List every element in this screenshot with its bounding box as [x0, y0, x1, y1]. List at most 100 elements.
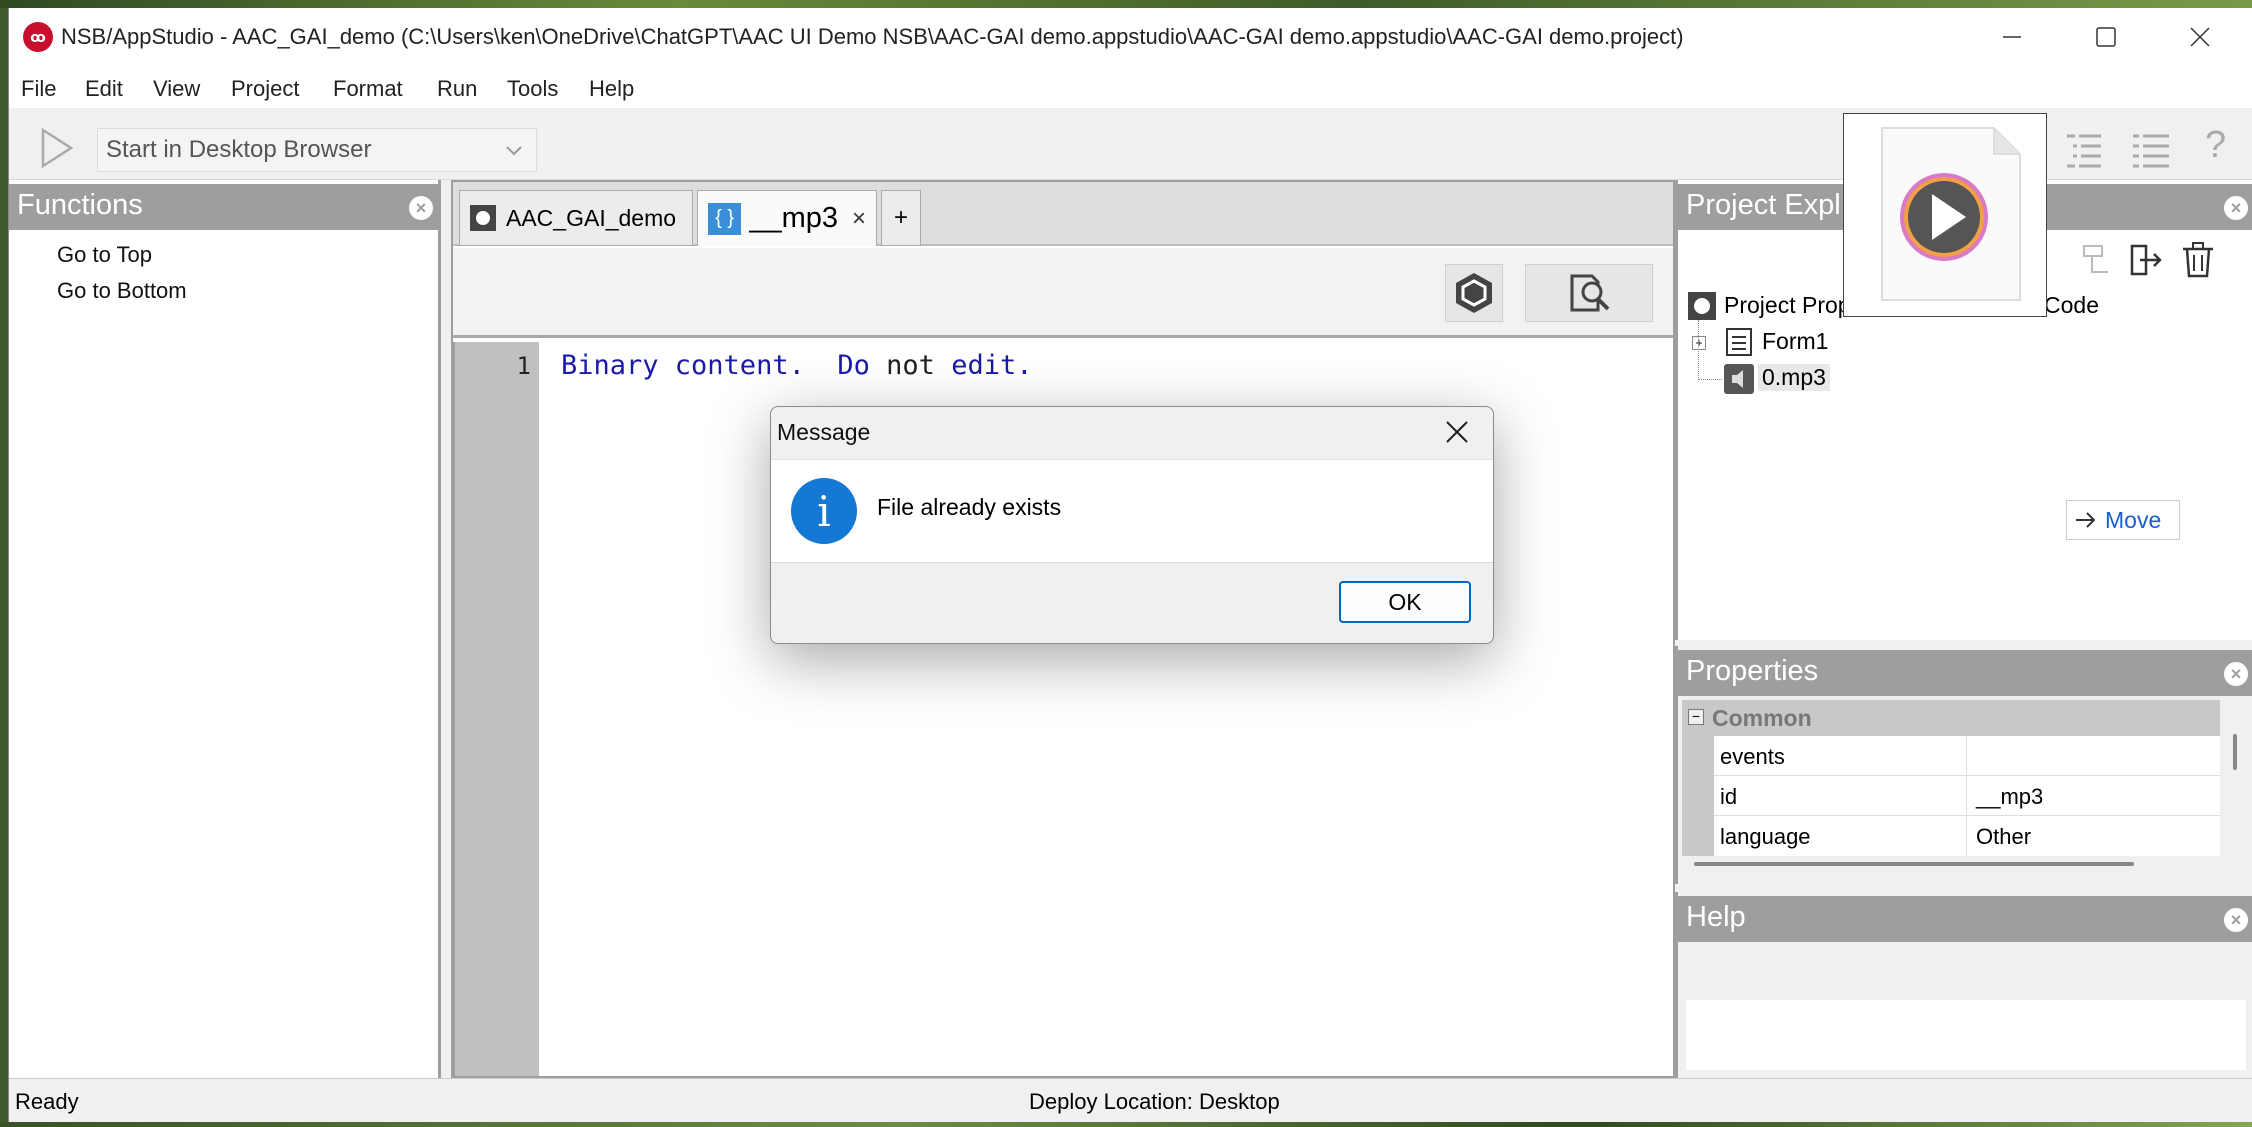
collapse-icon[interactable]: −	[1688, 709, 1704, 725]
trash-icon	[2183, 242, 2213, 278]
menu-edit[interactable]: Edit	[85, 76, 123, 102]
tab-mp3[interactable]: { } __mp3 ×	[697, 190, 877, 246]
menu-run[interactable]: Run	[437, 76, 477, 102]
project-explorer-close-button[interactable]: ×	[2224, 196, 2248, 220]
format-code-button[interactable]	[1445, 264, 1503, 322]
property-row[interactable]: id __mp3	[1714, 776, 2220, 816]
help-panel-close-button[interactable]: ×	[2224, 908, 2248, 932]
menu-format[interactable]: Format	[333, 76, 403, 102]
dialog-message: File already exists	[877, 494, 1062, 520]
deploy-location-text: Deploy Location: Desktop	[1029, 1089, 1280, 1114]
minimize-button[interactable]	[1965, 8, 2059, 66]
property-gutter	[1682, 736, 1714, 856]
property-name: id	[1720, 784, 1738, 809]
property-vertical-scrollbar[interactable]	[2220, 700, 2250, 874]
line-number: 1	[516, 352, 531, 380]
status-text: Ready	[15, 1089, 79, 1114]
delete-button[interactable]	[2178, 240, 2218, 280]
functions-panel: Functions × Go to Top Go to Bottom	[9, 180, 441, 1078]
export-icon	[2130, 244, 2162, 276]
line-number-gutter: 1	[453, 342, 539, 1076]
properties-panel: Properties × − Common events id __mp3 la…	[1675, 646, 2252, 884]
minimize-icon	[2003, 36, 2021, 38]
close-icon	[1446, 421, 1468, 443]
search-document-icon	[1570, 274, 1610, 312]
list-view-button[interactable]	[2129, 128, 2175, 174]
properties-panel-header: Properties	[1678, 650, 2252, 696]
tree-view-button[interactable]	[2061, 128, 2107, 174]
functions-panel-close-button[interactable]: ×	[409, 196, 433, 220]
expand-icon[interactable]: +	[1692, 336, 1706, 350]
tab-close-icon[interactable]: ×	[852, 205, 866, 233]
close-icon: ×	[2230, 198, 2242, 218]
chevron-down-icon	[504, 139, 524, 167]
tree-connector	[1698, 379, 1722, 380]
form-icon	[1726, 328, 1752, 356]
run-button[interactable]	[31, 124, 79, 172]
help-button[interactable]: ?	[2205, 124, 2235, 174]
editor-toolbar	[453, 248, 1673, 338]
function-go-to-bottom[interactable]: Go to Bottom	[57, 278, 187, 304]
tree-item-code-suffix: Code	[2044, 292, 2099, 318]
property-group-header[interactable]: − Common	[1682, 700, 2220, 736]
properties-panel-title: Properties	[1686, 655, 1819, 687]
property-horizontal-scrollbar[interactable]	[1686, 856, 2220, 874]
property-name: events	[1720, 744, 1785, 769]
tree-list-icon	[2067, 134, 2101, 168]
find-button[interactable]	[1525, 264, 1653, 322]
ok-button[interactable]: OK	[1339, 581, 1471, 623]
media-preview-popup[interactable]	[1843, 113, 2047, 317]
help-panel-header: Help	[1678, 896, 2252, 942]
move-button-label: Move	[2105, 506, 2162, 533]
property-value: __mp3	[1976, 784, 2044, 809]
tab-aac-gai-demo[interactable]: AAC_GAI_demo	[459, 190, 693, 246]
plus-icon: +	[893, 204, 908, 231]
function-go-to-top[interactable]: Go to Top	[57, 242, 152, 268]
status-bar: Ready Deploy Location: Desktop	[9, 1078, 2252, 1122]
scrollbar-thumb[interactable]	[2233, 734, 2237, 770]
tree-item-form1[interactable]: Form1	[1762, 328, 1828, 355]
code-braces-icon: { }	[708, 202, 742, 235]
add-tab-button[interactable]: +	[881, 190, 921, 246]
app-logo-icon: ꝏ	[23, 22, 53, 52]
property-row[interactable]: language Other	[1714, 816, 2220, 856]
export-button[interactable]	[2126, 240, 2166, 280]
close-icon: ×	[2230, 910, 2242, 930]
close-window-button[interactable]	[2153, 8, 2247, 66]
tree-indent-icon	[2083, 245, 2108, 273]
functions-panel-header: Functions	[9, 184, 438, 230]
dialog-close-button[interactable]	[1435, 411, 1479, 453]
deploy-target-select[interactable]: Start in Desktop Browser	[97, 128, 537, 172]
menu-tools[interactable]: Tools	[507, 76, 558, 102]
project-icon	[1688, 292, 1716, 320]
help-icon: ?	[2205, 124, 2227, 166]
desktop-background-bottom	[0, 1122, 2252, 1127]
dialog-body: i File already exists	[771, 459, 1493, 563]
scrollbar-thumb[interactable]	[1694, 862, 2134, 866]
desktop-background-top	[0, 0, 2252, 8]
media-file-icon	[1881, 127, 2021, 301]
property-row[interactable]: events	[1714, 736, 2220, 776]
properties-panel-close-button[interactable]: ×	[2224, 662, 2248, 686]
list-icon	[2133, 134, 2169, 168]
maximize-icon	[2096, 27, 2116, 47]
move-button[interactable]: Move	[2066, 500, 2180, 540]
property-name: language	[1720, 824, 1811, 849]
functions-panel-title: Functions	[17, 189, 143, 221]
tree-item-mp3[interactable]: 0.mp3	[1758, 364, 1830, 391]
close-icon: ×	[2230, 664, 2242, 684]
maximize-button[interactable]	[2059, 8, 2153, 66]
help-panel-title: Help	[1686, 901, 1746, 933]
menu-help[interactable]: Help	[589, 76, 634, 102]
menu-view[interactable]: View	[153, 76, 200, 102]
title-bar: ꝏ NSB/AppStudio - AAC_GAI_demo (C:\Users…	[9, 8, 2252, 66]
indent-button[interactable]	[2078, 240, 2118, 280]
property-value: Other	[1976, 824, 2032, 849]
project-icon	[470, 205, 496, 231]
info-icon: i	[791, 478, 857, 544]
menu-project[interactable]: Project	[231, 76, 299, 102]
menu-file[interactable]: File	[21, 76, 56, 102]
tree-item-project-properties[interactable]: Project Prop	[1724, 292, 1851, 319]
deploy-target-value: Start in Desktop Browser	[106, 136, 372, 163]
message-dialog: Message i File already exists OK	[770, 406, 1494, 644]
